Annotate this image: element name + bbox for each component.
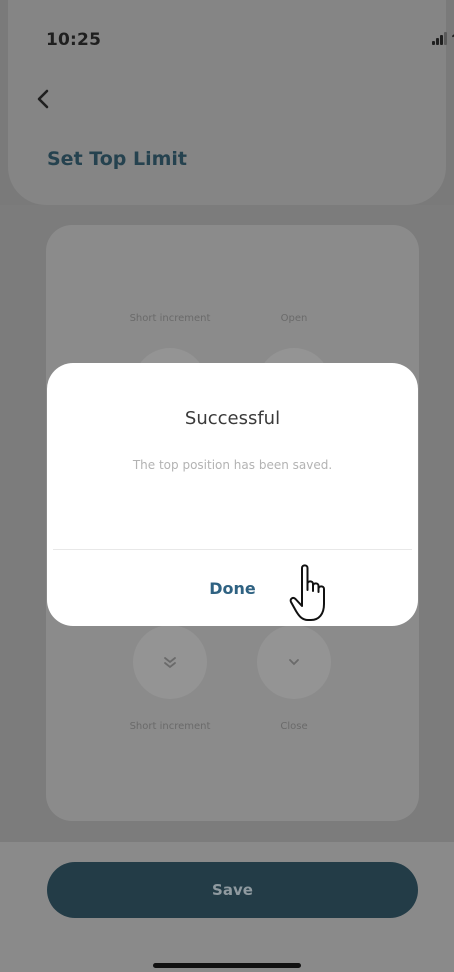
dialog-message: The top position has been saved. (132, 458, 333, 472)
save-button[interactable]: Save (47, 862, 418, 918)
done-button[interactable]: Done (47, 551, 418, 626)
page-title: Set Top Limit (47, 148, 187, 170)
status-bar: 10:25 (0, 0, 454, 70)
dialog-title: Successful (184, 408, 281, 429)
control-label-short-increment-up: Short increment (129, 313, 211, 324)
status-time: 10:25 (46, 30, 102, 50)
short-increment-down-button[interactable] (133, 625, 207, 699)
back-chevron-icon[interactable] (33, 86, 55, 112)
success-dialog: Successful The top position has been sav… (47, 363, 418, 626)
control-label-open: Open (280, 313, 308, 324)
hand-pointer-icon (289, 564, 325, 621)
dialog-divider (53, 549, 412, 550)
app-screen: 10:25 Set Top Limit Short increment Open (0, 0, 454, 972)
control-label-close: Close (280, 721, 308, 732)
home-indicator[interactable] (153, 963, 301, 968)
close-button[interactable] (257, 625, 331, 699)
control-label-short-increment-down: Short increment (129, 721, 211, 732)
chevron-down-icon (289, 659, 299, 666)
double-chevron-down-icon (164, 657, 176, 669)
signal-icon (432, 31, 448, 45)
